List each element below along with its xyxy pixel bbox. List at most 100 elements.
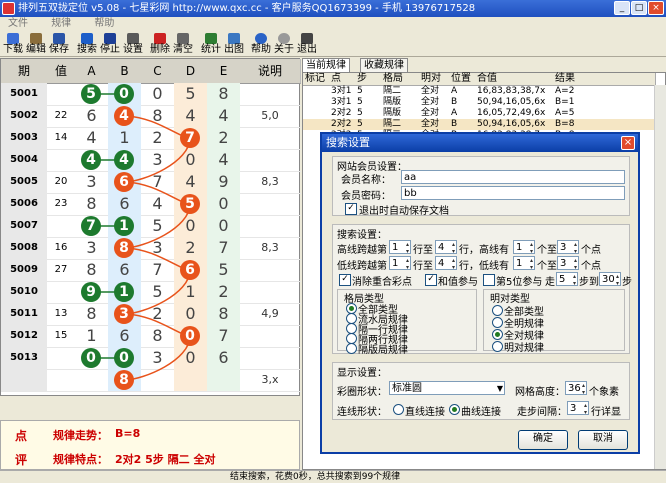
digit-cell-d[interactable]: 0	[174, 149, 207, 171]
digit-cell-a[interactable]: 8	[75, 193, 108, 215]
save-button[interactable]: 保存	[48, 33, 70, 55]
low-from-stepper[interactable]: 1	[389, 256, 411, 271]
list-header-position[interactable]: 位置	[449, 73, 478, 86]
digit-cell-b[interactable]: 1	[108, 127, 141, 149]
digit-cell-d[interactable]: 1	[174, 281, 207, 303]
about-button[interactable]: 关于	[273, 33, 295, 55]
grid-row[interactable]: 500771500	[1, 215, 301, 238]
digit-cell-c[interactable]: 3	[141, 149, 174, 171]
list-scrollbar[interactable]	[654, 85, 666, 469]
clear-button[interactable]: 清空	[172, 33, 194, 55]
grid-row[interactable]: 50031441272	[1, 127, 301, 150]
digit-cell-e[interactable]: 2	[207, 127, 240, 149]
digit-cell-c[interactable]: 2	[141, 303, 174, 325]
low-to-stepper[interactable]: 4	[435, 256, 457, 271]
ok-button[interactable]: 确定	[518, 430, 568, 450]
layout-block-radio[interactable]	[346, 343, 357, 354]
digit-cell-e[interactable]: 4	[207, 105, 240, 127]
digit-cell-b[interactable]: 6	[108, 325, 141, 347]
digit-cell-e[interactable]: 0	[207, 215, 240, 237]
list-header-step[interactable]: 步	[355, 73, 384, 86]
rule-list-item[interactable]: 2对2 5 隔版 全对 A 16,05,72,49,6x A=5	[303, 108, 666, 119]
tab-current-rules[interactable]: 当前规律	[302, 58, 350, 73]
step-to-stepper[interactable]: 30	[599, 272, 621, 287]
grid-row[interactable]: 8 3,x	[1, 369, 301, 392]
tab-saved-rules[interactable]: 收藏规律	[360, 58, 408, 73]
digit-cell-c[interactable]: 7	[141, 259, 174, 281]
grid-row[interactable]: 50092786765	[1, 259, 301, 282]
remove-overlap-checkbox[interactable]: ✓	[339, 274, 351, 286]
maximize-button[interactable]: □	[631, 1, 647, 15]
digit-cell-c[interactable]: 5	[141, 215, 174, 237]
digit-cell-e[interactable]: 4	[207, 149, 240, 171]
line-curve-radio[interactable]	[449, 404, 460, 415]
digit-cell-d[interactable]: 2	[174, 237, 207, 259]
list-header-point[interactable]: 点	[329, 73, 358, 86]
digit-cell-d[interactable]: 0	[174, 215, 207, 237]
digit-cell-a[interactable]	[75, 369, 108, 391]
high-count-from-stepper[interactable]: 1	[513, 240, 535, 255]
digit-cell-e[interactable]: 7	[207, 237, 240, 259]
digit-cell-e[interactable]: 8	[207, 303, 240, 325]
digit-cell-c[interactable]: 8	[141, 105, 174, 127]
digit-cell-a[interactable]: 3	[75, 237, 108, 259]
list-header-result[interactable]: 结果	[553, 73, 656, 86]
delete-button[interactable]: 删除	[149, 33, 171, 55]
member-name-input[interactable]: aa	[401, 170, 625, 184]
digit-cell-e[interactable]: 5	[207, 259, 240, 281]
dialog-close-button[interactable]: ×	[621, 136, 635, 150]
fifth-pos-checkbox[interactable]	[483, 274, 495, 286]
high-count-to-stepper[interactable]: 3	[557, 240, 579, 255]
grid-row[interactable]: 501300306	[1, 347, 301, 370]
search-button[interactable]: 搜索	[76, 33, 98, 55]
list-header-layout[interactable]: 格局	[381, 73, 422, 86]
digit-cell-e[interactable]: 7	[207, 325, 240, 347]
digit-cell-d[interactable]: 5	[174, 83, 207, 105]
digit-cell-b[interactable]: 6	[108, 259, 141, 281]
minimize-button[interactable]: _	[614, 1, 630, 15]
pair-mingdui-radio[interactable]	[492, 341, 503, 352]
autosave-checkbox[interactable]: ✓	[345, 203, 357, 215]
grid-row[interactable]: 5012 15 16807	[1, 325, 301, 348]
sum-join-checkbox[interactable]: ✓	[425, 274, 437, 286]
shape-select[interactable]: 标准圆 ▼	[389, 381, 505, 395]
cancel-button[interactable]: 取消	[578, 430, 628, 450]
high-to-stepper[interactable]: 4	[435, 240, 457, 255]
line-straight-radio[interactable]	[393, 404, 404, 415]
digit-cell-d[interactable]: 4	[174, 105, 207, 127]
digit-cell-d[interactable]: 0	[174, 303, 207, 325]
edit-button[interactable]: 编辑	[25, 33, 47, 55]
digit-cell-e[interactable]: 8	[207, 83, 240, 105]
digit-cell-c[interactable]: 2	[141, 127, 174, 149]
digit-cell-a[interactable]: 8	[75, 303, 108, 325]
digit-cell-e[interactable]: 0	[207, 193, 240, 215]
digit-cell-b[interactable]: 6	[108, 193, 141, 215]
digit-cell-c[interactable]: 8	[141, 325, 174, 347]
draw-grid[interactable]: 期 值 A B C D E 说明 500150058500222648445,0…	[0, 58, 301, 396]
pair-ming-radio[interactable]	[492, 317, 503, 328]
menu-help[interactable]: 帮助	[94, 18, 114, 29]
digit-cell-e[interactable]: 6	[207, 347, 240, 369]
help-button[interactable]: 帮助	[250, 33, 272, 55]
grid-row[interactable]: 5005 20 36749 8,3	[1, 171, 301, 194]
list-header-pair[interactable]: 明对	[419, 73, 452, 86]
digit-cell-e[interactable]	[207, 369, 240, 391]
stats-button[interactable]: 统计	[200, 33, 222, 55]
digit-cell-a[interactable]: 1	[75, 325, 108, 347]
grid-row[interactable]: 500222648445,0	[1, 105, 301, 128]
digit-cell-e[interactable]: 2	[207, 281, 240, 303]
step-gap-stepper[interactable]: 3	[567, 401, 589, 416]
exit-button[interactable]: 退出	[296, 33, 318, 55]
grid-row[interactable]: 501113832084,9	[1, 303, 301, 326]
pair-all-radio[interactable]	[492, 305, 503, 316]
digit-cell-a[interactable]: 4	[75, 127, 108, 149]
menu-file[interactable]: 文件	[8, 18, 28, 29]
digit-cell-c[interactable]: 0	[141, 83, 174, 105]
menu-rules[interactable]: 规律	[51, 18, 71, 29]
high-from-stepper[interactable]: 1	[389, 240, 411, 255]
grid-row[interactable]: 500816383278,3	[1, 237, 301, 260]
digit-cell-a[interactable]: 6	[75, 105, 108, 127]
pair-dui-radio[interactable]	[492, 329, 503, 340]
rule-list-item[interactable]: 3对1 5 隔版 全对 B 50,94,16,05,6x B=1	[303, 97, 666, 108]
digit-cell-c[interactable]: 7	[141, 171, 174, 193]
